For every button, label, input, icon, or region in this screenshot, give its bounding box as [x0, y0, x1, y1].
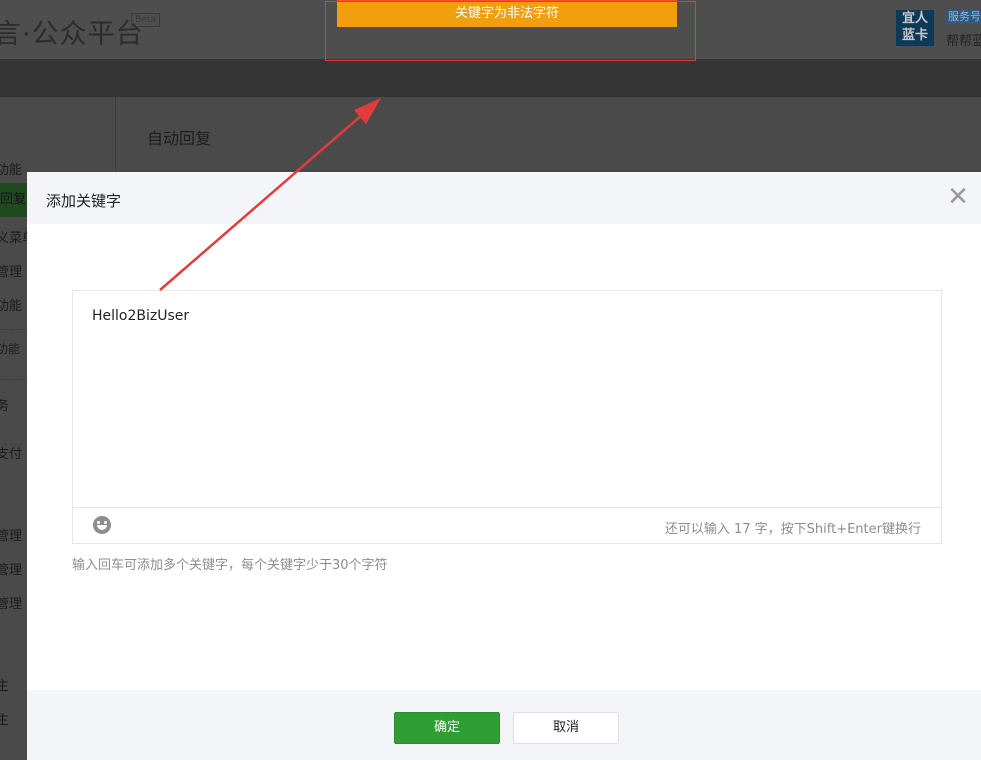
sidebar-item[interactable]: 功能: [0, 340, 20, 357]
dialog-footer: 确定 取消: [27, 690, 981, 760]
dialog-header: 添加关键字 ✕: [27, 172, 981, 224]
sidebar-item[interactable]: 支付: [0, 443, 22, 462]
beta-badge: Beta: [131, 13, 160, 27]
char-counter: 还可以输入 17 字，按下Shift+Enter键换行: [664, 522, 921, 537]
sidebar-item[interactable]: 务: [0, 395, 9, 414]
keyword-input-value: Hello2BizUser: [92, 308, 190, 324]
service-badge: 服务号: [946, 10, 981, 24]
account-name[interactable]: 帮帮蓝: [946, 30, 981, 49]
emoji-icon[interactable]: [93, 516, 111, 534]
sidebar-item[interactable]: 管理: [0, 261, 22, 280]
sidebar-item-auto-reply[interactable]: 回复: [0, 183, 31, 217]
keyword-hint: 输入回车可添加多个关键字，每个关键字少于30个字符: [72, 558, 388, 573]
confirm-button[interactable]: 确定: [394, 712, 500, 744]
sidebar-item[interactable]: 主: [0, 709, 9, 728]
annotation-box: [325, 1, 696, 61]
arrow-head: [354, 98, 381, 124]
editor-toolbar: 还可以输入 17 字，按下Shift+Enter键换行: [73, 507, 941, 544]
page-title: 自动回复: [147, 129, 212, 148]
nav-bar: [0, 59, 981, 97]
sidebar-item[interactable]: 功能: [0, 159, 22, 178]
sidebar-item[interactable]: 管理: [0, 593, 22, 612]
sidebar-item[interactable]: 功能: [0, 295, 22, 314]
content-divider: [116, 170, 981, 171]
brand-logo-text: 言·公众平台: [0, 19, 144, 50]
sidebar-item[interactable]: 管理: [0, 525, 22, 544]
sidebar-item[interactable]: 管理: [0, 559, 22, 578]
sidebar-item[interactable]: 主: [0, 675, 9, 694]
add-keyword-dialog: 添加关键字 ✕ Hello2BizUser 还可以输入 17 字，按下Shift…: [27, 172, 981, 760]
close-icon[interactable]: ✕: [945, 184, 971, 210]
sidebar-divider: [0, 329, 30, 330]
account-avatar[interactable]: 宜人蓝卡: [896, 10, 934, 46]
keyword-textarea[interactable]: Hello2BizUser 还可以输入 17 字，按下Shift+Enter键换…: [72, 290, 942, 544]
dialog-title: 添加关键字: [46, 192, 122, 210]
sidebar-divider: [0, 379, 30, 380]
cancel-button[interactable]: 取消: [513, 712, 619, 744]
